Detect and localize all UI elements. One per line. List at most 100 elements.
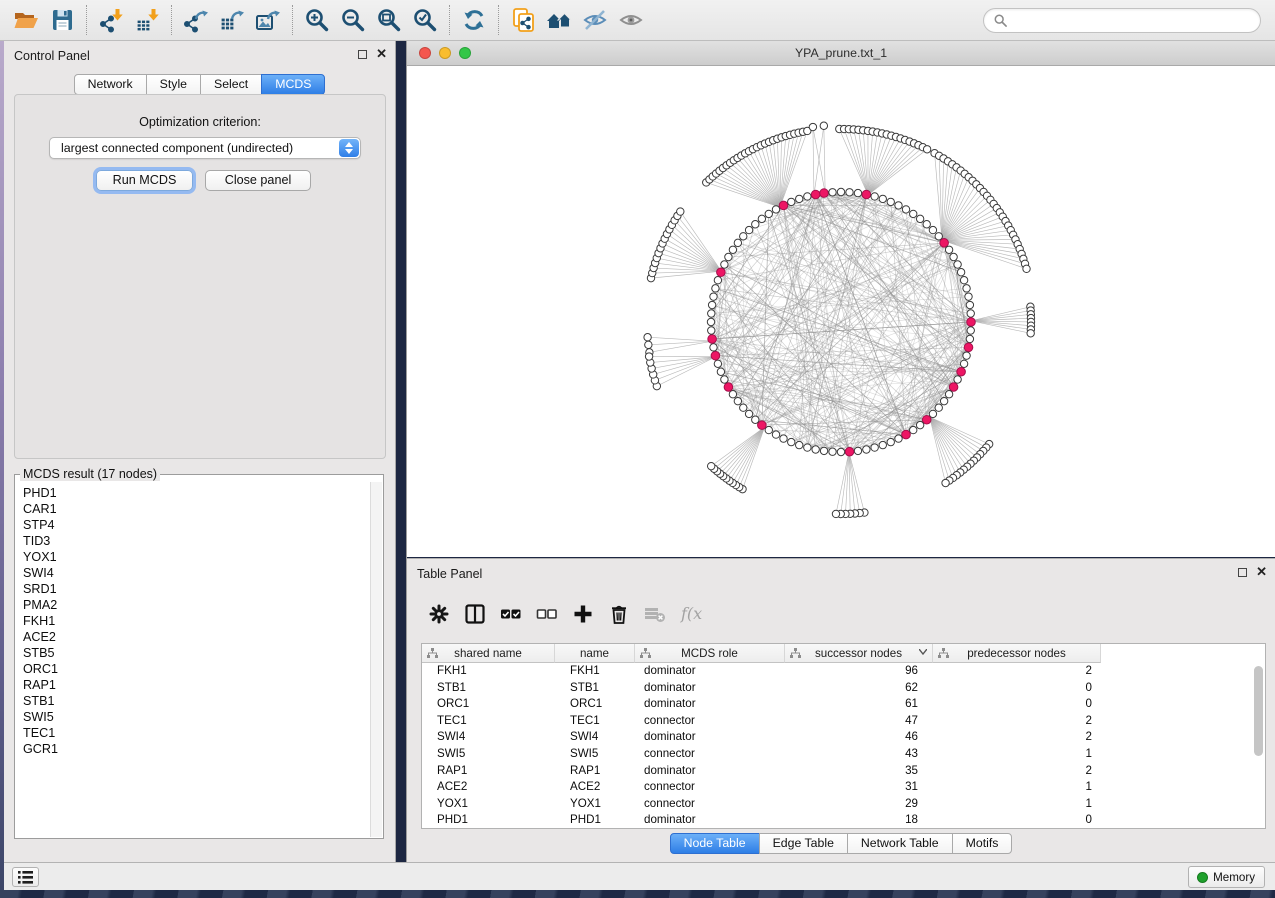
mcds-node[interactable] (820, 189, 829, 198)
network-node[interactable] (772, 206, 779, 213)
result-node[interactable]: PHD1 (23, 485, 370, 501)
mcds-node[interactable] (708, 335, 717, 344)
network-node[interactable] (729, 391, 736, 398)
network-node[interactable] (954, 376, 961, 383)
network-node[interactable] (950, 253, 957, 260)
network-node[interactable] (734, 397, 741, 404)
close-window-icon[interactable] (419, 47, 431, 59)
network-node[interactable] (820, 447, 827, 454)
result-node[interactable]: SWI4 (23, 565, 370, 581)
network-node[interactable] (734, 239, 741, 246)
network-node[interactable] (745, 410, 752, 417)
first-neighbors-button[interactable] (541, 3, 577, 37)
show-all-button[interactable] (613, 3, 649, 37)
network-node[interactable] (714, 277, 721, 284)
mcds-node[interactable] (845, 447, 854, 456)
tab-edge-table[interactable]: Edge Table (759, 833, 848, 854)
network-node[interactable] (752, 416, 759, 423)
settings-button[interactable] (421, 598, 457, 630)
result-node[interactable]: RAP1 (23, 677, 370, 693)
result-node[interactable]: GCR1 (23, 741, 370, 757)
mcds-node[interactable] (758, 421, 767, 430)
refresh-button[interactable] (456, 3, 492, 37)
network-node[interactable] (967, 327, 974, 334)
result-node[interactable]: PMA2 (23, 597, 370, 613)
network-node[interactable] (935, 233, 942, 240)
network-node[interactable] (721, 376, 728, 383)
import-network-button[interactable] (93, 3, 129, 37)
zoom-fit-button[interactable] (371, 3, 407, 37)
clear-selection-button[interactable] (529, 598, 565, 630)
network-node[interactable] (729, 246, 736, 253)
table-row[interactable]: FKH1FKH1dominator962 (422, 663, 1265, 680)
hide-selected-button[interactable] (577, 3, 613, 37)
network-node[interactable] (796, 195, 803, 202)
network-node[interactable] (854, 447, 861, 454)
leaf-node[interactable] (645, 341, 652, 348)
export-network-button[interactable] (178, 3, 214, 37)
network-node[interactable] (895, 202, 902, 209)
maximize-window-icon[interactable] (459, 47, 471, 59)
mcds-node[interactable] (949, 383, 958, 392)
network-node[interactable] (765, 210, 772, 217)
network-node[interactable] (945, 391, 952, 398)
zoom-selected-button[interactable] (407, 3, 443, 37)
network-node[interactable] (788, 438, 795, 445)
leaf-node[interactable] (644, 334, 651, 341)
network-node[interactable] (812, 446, 819, 453)
network-canvas[interactable] (407, 66, 1275, 557)
tab-node-table[interactable]: Node Table (670, 833, 760, 854)
network-node[interactable] (902, 206, 909, 213)
import-table-button[interactable] (129, 3, 165, 37)
mcds-node[interactable] (902, 430, 911, 439)
network-window-titlebar[interactable]: YPA_prune.txt_1 (407, 41, 1275, 66)
leaf-node[interactable] (1023, 265, 1030, 272)
network-node[interactable] (929, 410, 936, 417)
leaf-node[interactable] (832, 510, 839, 517)
network-node[interactable] (967, 310, 974, 317)
network-node[interactable] (887, 438, 894, 445)
mcds-node[interactable] (940, 239, 949, 248)
network-node[interactable] (804, 444, 811, 451)
result-node[interactable]: ORC1 (23, 661, 370, 677)
show-panels-button[interactable] (12, 867, 39, 887)
table-row[interactable]: STB1STB1dominator620 (422, 680, 1265, 697)
minimize-window-icon[interactable] (439, 47, 451, 59)
export-image-button[interactable] (250, 3, 286, 37)
network-node[interactable] (871, 193, 878, 200)
network-node[interactable] (863, 446, 870, 453)
table-row[interactable]: TEC1TEC1connector472 (422, 713, 1265, 730)
network-node[interactable] (780, 435, 787, 442)
column-header-successor-nodes[interactable]: successor nodes (785, 644, 933, 663)
tab-style[interactable]: Style (146, 74, 201, 95)
network-node[interactable] (957, 269, 964, 276)
tab-network-table[interactable]: Network Table (847, 833, 953, 854)
network-node[interactable] (788, 198, 795, 205)
result-node[interactable]: TEC1 (23, 725, 370, 741)
result-node[interactable]: SRD1 (23, 581, 370, 597)
select-all-button[interactable] (493, 598, 529, 630)
network-node[interactable] (796, 441, 803, 448)
column-header-shared-name[interactable]: shared name (422, 644, 555, 663)
leaf-node[interactable] (645, 353, 652, 360)
network-node[interactable] (945, 246, 952, 253)
network-node[interactable] (960, 277, 967, 284)
table-scrollbar[interactable] (1254, 666, 1263, 756)
table-row[interactable]: SWI4SWI4dominator462 (422, 729, 1265, 746)
table-row[interactable]: RAP1RAP1dominator352 (422, 763, 1265, 780)
mcds-node[interactable] (967, 318, 976, 327)
float-panel-icon[interactable] (1238, 568, 1247, 577)
mcds-node[interactable] (711, 351, 720, 360)
memory-button[interactable]: Memory (1188, 866, 1265, 888)
column-menu-icon[interactable] (919, 649, 927, 655)
result-node[interactable]: CAR1 (23, 501, 370, 517)
network-node[interactable] (740, 233, 747, 240)
network-node[interactable] (965, 293, 972, 300)
network-node[interactable] (712, 285, 719, 292)
network-node[interactable] (707, 318, 714, 325)
result-node[interactable]: STB5 (23, 645, 370, 661)
network-node[interactable] (710, 293, 717, 300)
network-node[interactable] (895, 435, 902, 442)
network-node[interactable] (910, 210, 917, 217)
run-mcds-button[interactable]: Run MCDS (96, 170, 193, 191)
